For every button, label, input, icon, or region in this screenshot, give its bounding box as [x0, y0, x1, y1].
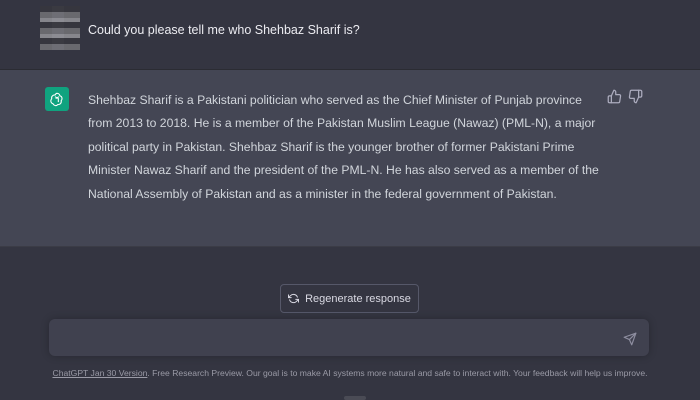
assistant-message-row: Shehbaz Sharif is a Pakistani politician… [0, 70, 700, 247]
footer-disclaimer: ChatGPT Jan 30 Version. Free Research Pr… [0, 368, 700, 378]
thumbs-down-icon[interactable] [628, 89, 643, 104]
paper-plane-icon[interactable] [623, 332, 637, 346]
version-link[interactable]: ChatGPT Jan 30 Version [52, 368, 147, 378]
user-message-row: Could you please tell me who Shehbaz Sha… [0, 0, 700, 70]
regenerate-label: Regenerate response [305, 292, 411, 305]
openai-logo-icon [45, 87, 69, 111]
footer-text: . Free Research Preview. Our goal is to … [147, 368, 648, 378]
scroll-indicator[interactable] [344, 396, 366, 400]
thumbs-up-icon[interactable] [607, 89, 622, 104]
assistant-message-text: Shehbaz Sharif is a Pakistani politician… [88, 93, 599, 201]
message-input-box [49, 319, 649, 356]
message-input[interactable] [61, 327, 611, 347]
refresh-icon [288, 293, 300, 304]
feedback-buttons [607, 89, 643, 104]
user-message-text: Could you please tell me who Shehbaz Sha… [88, 23, 360, 37]
regenerate-response-button[interactable]: Regenerate response [280, 284, 419, 313]
user-avatar [40, 6, 80, 50]
